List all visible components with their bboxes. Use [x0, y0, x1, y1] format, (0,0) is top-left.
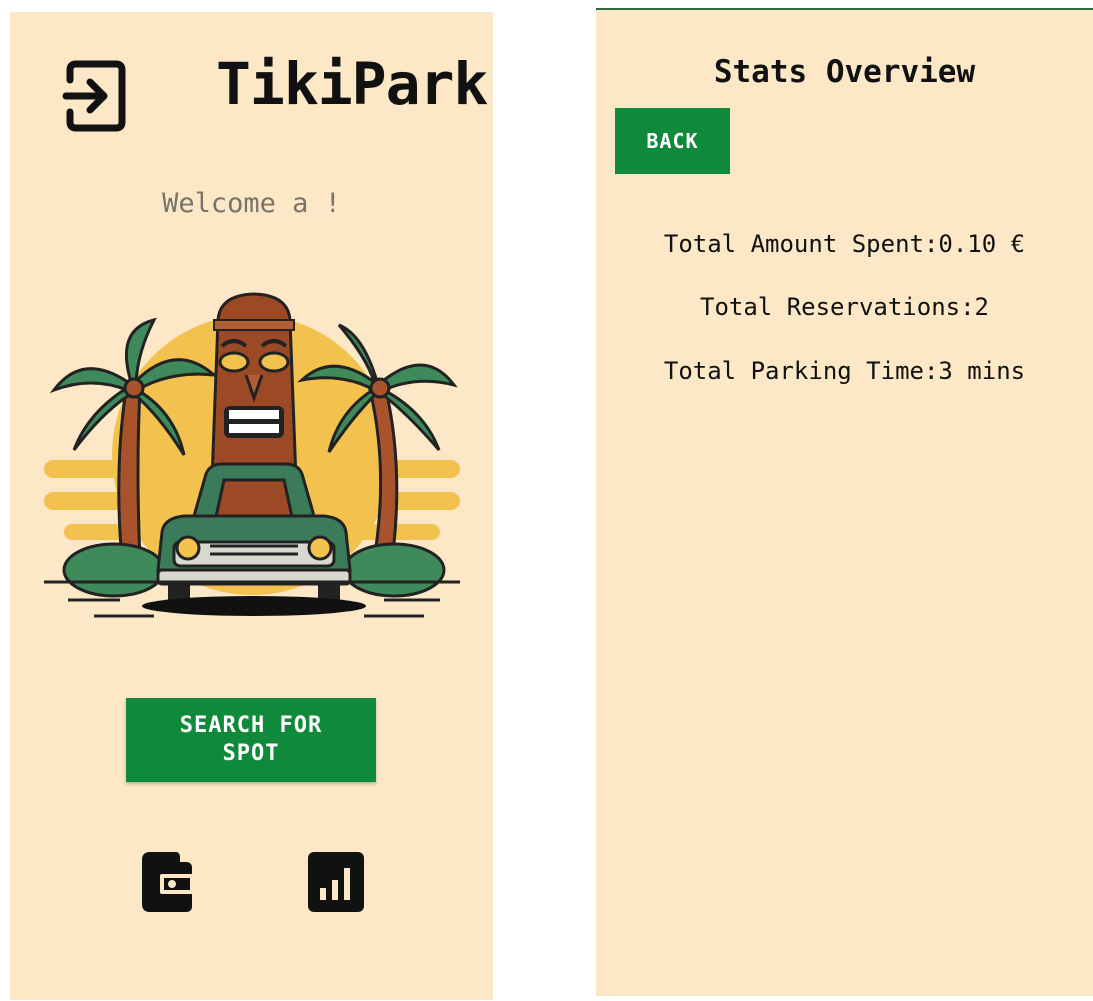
wallet-icon[interactable]: [136, 850, 196, 914]
total-parking-time: Total Parking Time:3 mins: [663, 357, 1026, 385]
bar-chart-icon[interactable]: [306, 850, 366, 914]
logout-icon[interactable]: [62, 60, 128, 132]
welcome-message: Welcome a !: [162, 188, 341, 219]
app-title: TikiPark: [216, 50, 488, 118]
total-reservations: Total Reservations:2: [700, 293, 989, 321]
page-title: Stats Overview: [713, 54, 976, 90]
back-button[interactable]: BACK: [615, 108, 730, 174]
stats-screen: Stats Overview BACK Total Amount Spent:0…: [596, 8, 1093, 996]
search-button-label: SEARCH FOR SPOT: [179, 713, 323, 766]
home-screen: TikiPark Welcome a ! SEARCH FOR SPOT: [10, 12, 493, 1000]
total-amount-spent: Total Amount Spent:0.10 €: [663, 230, 1026, 258]
search-for-spot-button[interactable]: SEARCH FOR SPOT: [126, 698, 376, 782]
tiki-car-illustration: [44, 292, 460, 618]
